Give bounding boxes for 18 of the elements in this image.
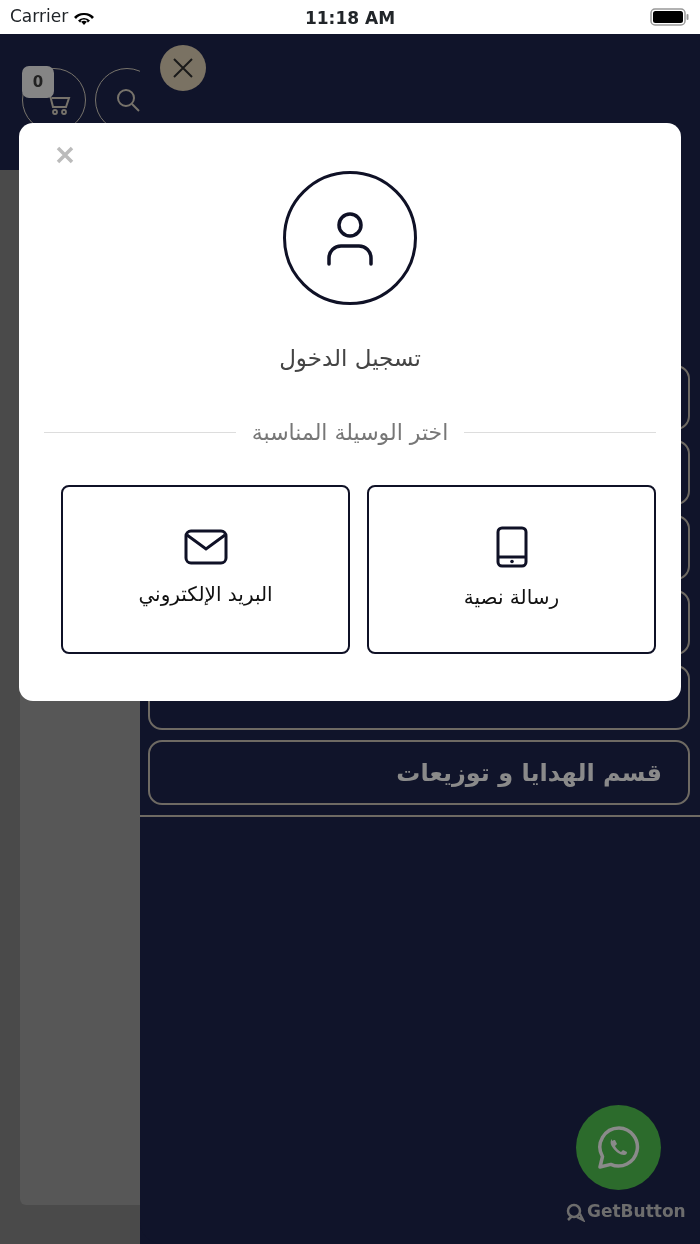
dialog-title: تسجيل الدخول (278, 344, 422, 374)
search-icon (114, 86, 140, 114)
clock-time: 11:18 AM (304, 7, 396, 30)
chat-bubble-icon (565, 1201, 585, 1222)
cart-count-badge: 0 (22, 66, 54, 98)
envelope-icon (183, 529, 228, 565)
divider-label: اختر الوسيلة المناسبة (251, 418, 449, 447)
close-icon (172, 57, 194, 79)
phone-icon (495, 526, 528, 568)
email-option-button[interactable]: البريد الإلكتروني (61, 484, 350, 654)
carrier-name: Carrier (10, 5, 69, 29)
brand-label: GetButton (587, 1200, 686, 1223)
sms-option-button[interactable]: رسالة نصية (367, 484, 656, 654)
battery-icon (650, 8, 690, 26)
close-icon (54, 144, 76, 166)
category-button[interactable]: قسم الهدايا و توزيعات (148, 740, 690, 805)
user-icon (325, 210, 375, 266)
close-button[interactable] (160, 45, 206, 91)
